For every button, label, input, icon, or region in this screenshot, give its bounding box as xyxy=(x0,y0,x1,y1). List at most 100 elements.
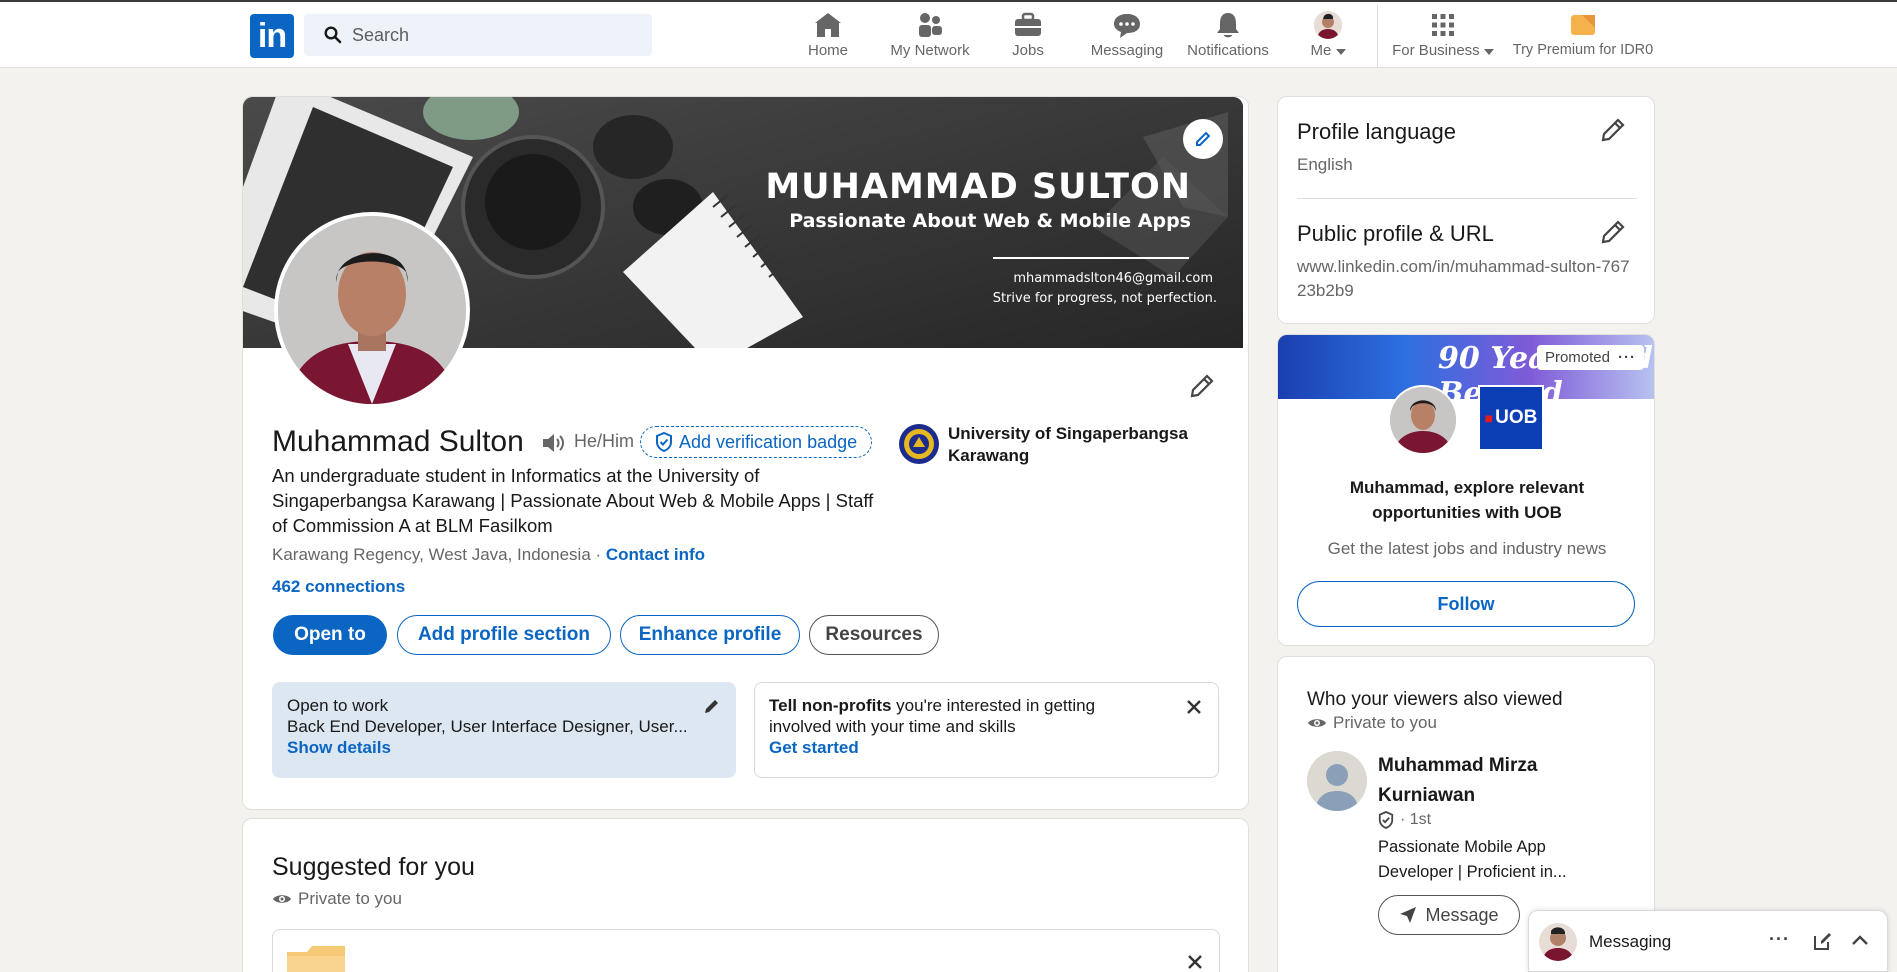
contact-info-link[interactable]: Contact info xyxy=(606,545,705,564)
nav-try-premium[interactable]: Try Premium for IDR0 xyxy=(1510,10,1656,66)
profile-location: Karawang Regency, West Java, Indonesia ·… xyxy=(272,545,705,565)
viewer-headline: Passionate Mobile App Developer | Profic… xyxy=(1378,838,1567,881)
nav-my-network[interactable]: My Network xyxy=(880,10,980,66)
profile-language-value: English xyxy=(1297,155,1353,174)
university-name: University of Singaperbangsa Karawang xyxy=(948,424,1188,465)
follow-button[interactable]: Follow xyxy=(1297,581,1635,627)
public-url-title: Public profile & URL xyxy=(1297,221,1494,246)
connections-link[interactable]: 462 connections xyxy=(272,577,405,597)
edit-intro-button[interactable] xyxy=(1189,373,1215,404)
open-to-work-card[interactable]: Open to work Back End Developer, User In… xyxy=(272,682,736,778)
edit-public-url-button[interactable] xyxy=(1600,219,1626,250)
jobs-icon xyxy=(1015,12,1041,36)
messaging-label: Messaging xyxy=(1589,932,1672,951)
pronunciation-button[interactable] xyxy=(541,431,567,460)
edit-open-to-work-button[interactable] xyxy=(703,697,721,720)
location-separator: · xyxy=(590,545,606,564)
banner-quote: Strive for progress, not perfection. xyxy=(992,291,1217,306)
nav-divider xyxy=(1377,4,1378,68)
pencil-icon xyxy=(1196,131,1211,146)
viewers-title: Who your viewers also viewed xyxy=(1307,689,1563,710)
verification-label: Add verification badge xyxy=(679,431,858,452)
nav-notifications[interactable]: Notifications xyxy=(1186,10,1270,66)
compose-message-button[interactable] xyxy=(1813,931,1833,956)
viewer-degree-row: · 1st xyxy=(1378,811,1431,829)
banner-subtitle: Passionate About Web & Mobile Apps xyxy=(789,210,1191,232)
profile-name: Muhammad Sulton xyxy=(272,425,524,458)
nav-my-network-label: My Network xyxy=(890,42,970,59)
profile-settings-card: Profile language English Public profile … xyxy=(1277,96,1655,324)
grid-icon xyxy=(1432,14,1454,36)
nav-for-business-label: For Business xyxy=(1392,42,1480,59)
get-started-link[interactable]: Get started xyxy=(769,737,1204,758)
compose-icon xyxy=(1814,933,1831,950)
show-details-link[interactable]: Show details xyxy=(287,737,721,758)
close-icon xyxy=(1188,955,1202,969)
add-profile-section-button[interactable]: Add profile section xyxy=(397,615,611,655)
messaging-more-icon[interactable]: ··· xyxy=(1769,929,1790,950)
suggested-title: Suggested for you xyxy=(272,853,475,881)
promoted-ad-card: 90 Years and Beyond Promoted ··· ■UOB Mu… xyxy=(1277,334,1655,646)
message-button[interactable]: Message xyxy=(1378,895,1520,935)
profile-photo[interactable] xyxy=(274,212,470,408)
profile-language-title: Profile language xyxy=(1297,119,1457,144)
public-url-value[interactable]: www.linkedin.com/in/muhammad-sulton-7672… xyxy=(1297,255,1637,303)
university-logo-icon xyxy=(899,424,939,464)
verified-shield-icon xyxy=(1378,811,1394,829)
eye-icon xyxy=(1308,719,1326,727)
send-icon xyxy=(1400,907,1417,923)
more-options-icon[interactable]: ··· xyxy=(1618,349,1636,366)
speaker-icon xyxy=(543,434,564,452)
premium-icon xyxy=(1571,15,1595,35)
ad-subtext: Get the latest jobs and industry news xyxy=(1327,539,1607,558)
suggested-card: Suggested for you Private to you xyxy=(242,818,1249,972)
viewers-privacy-label: Private to you xyxy=(1333,713,1437,732)
nonprofit-bold: Tell non-profits xyxy=(769,696,892,715)
nav-for-business[interactable]: For Business xyxy=(1390,10,1496,66)
banner-divider xyxy=(993,257,1189,259)
nav-me[interactable]: Me xyxy=(1300,10,1356,66)
search-box[interactable] xyxy=(304,14,652,56)
dismiss-suggestion-button[interactable] xyxy=(1187,954,1203,972)
expand-messaging-button[interactable] xyxy=(1851,933,1869,951)
location-text: Karawang Regency, West Java, Indonesia xyxy=(272,545,591,564)
edit-banner-button[interactable] xyxy=(1183,119,1223,159)
dismiss-nonprofit-button[interactable] xyxy=(1186,699,1202,720)
eye-icon xyxy=(273,895,291,903)
network-icon xyxy=(919,13,942,37)
search-input[interactable] xyxy=(352,14,642,56)
open-to-button[interactable]: Open to xyxy=(273,615,387,655)
resources-button[interactable]: Resources xyxy=(809,615,939,655)
top-navigation-bar: in Home My Network Jobs Messaging Notifi… xyxy=(0,0,1897,68)
banner-title: MUHAMMAD SULTON xyxy=(765,167,1191,207)
nav-jobs[interactable]: Jobs xyxy=(1003,10,1053,66)
linkedin-logo[interactable]: in xyxy=(250,14,294,58)
avatar xyxy=(1539,923,1577,961)
viewer-avatar[interactable] xyxy=(1307,751,1367,811)
chevron-down-icon xyxy=(1335,49,1346,55)
search-icon xyxy=(324,26,342,44)
nav-messaging[interactable]: Messaging xyxy=(1090,10,1164,66)
nonprofit-interest-card: Tell non-profits you're interested in ge… xyxy=(754,682,1219,778)
nav-home[interactable]: Home xyxy=(798,10,858,66)
close-icon xyxy=(1187,700,1201,714)
ad-headline: Muhammad, explore relevant opportunities… xyxy=(1349,478,1585,522)
viewer-name[interactable]: Muhammad Mirza Kurniawan xyxy=(1378,751,1608,811)
nav-me-label: Me xyxy=(1310,42,1332,59)
shield-check-icon xyxy=(656,432,672,452)
messaging-overlay[interactable]: Messaging ··· xyxy=(1528,910,1888,972)
viewer-degree: · 1st xyxy=(1400,811,1432,828)
nav-home-label: Home xyxy=(807,42,848,59)
bell-icon xyxy=(1217,13,1239,38)
viewers-privacy: Private to you xyxy=(1307,713,1437,733)
open-to-work-roles: Back End Developer, User Interface Desig… xyxy=(287,717,688,736)
profile-headline: An undergraduate student in Informatics … xyxy=(272,465,874,536)
open-to-work-title: Open to work xyxy=(287,696,389,715)
enhance-profile-button[interactable]: Enhance profile xyxy=(620,615,800,655)
uob-logo[interactable]: ■ UOB xyxy=(1478,385,1544,451)
edit-language-button[interactable] xyxy=(1600,117,1626,148)
education-university[interactable]: University of Singaperbangsa Karawang xyxy=(898,423,1198,467)
add-verification-badge-button[interactable]: Add verification badge xyxy=(640,426,873,458)
nav-notifications-label: Notifications xyxy=(1187,42,1269,59)
chevron-up-icon xyxy=(1852,935,1868,945)
